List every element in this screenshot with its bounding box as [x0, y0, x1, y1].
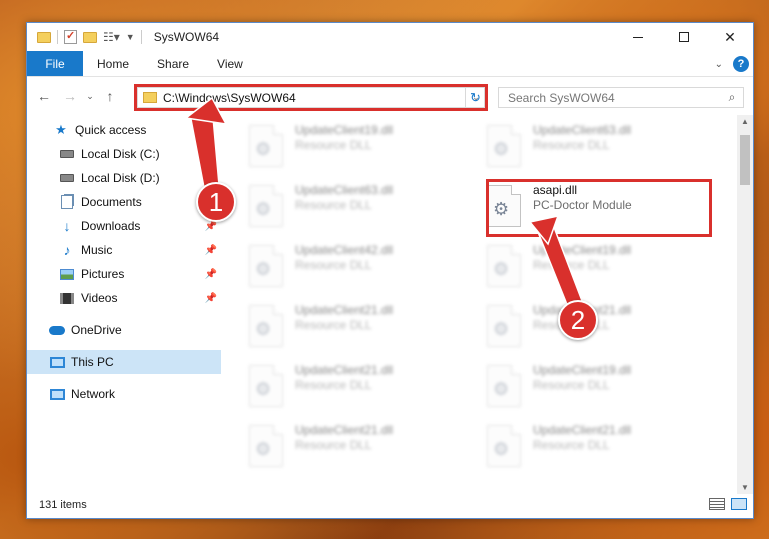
callout-arrows: [184, 96, 585, 313]
callout-badge-1: 1: [196, 182, 236, 222]
callout-badge-2: 2: [558, 300, 598, 340]
